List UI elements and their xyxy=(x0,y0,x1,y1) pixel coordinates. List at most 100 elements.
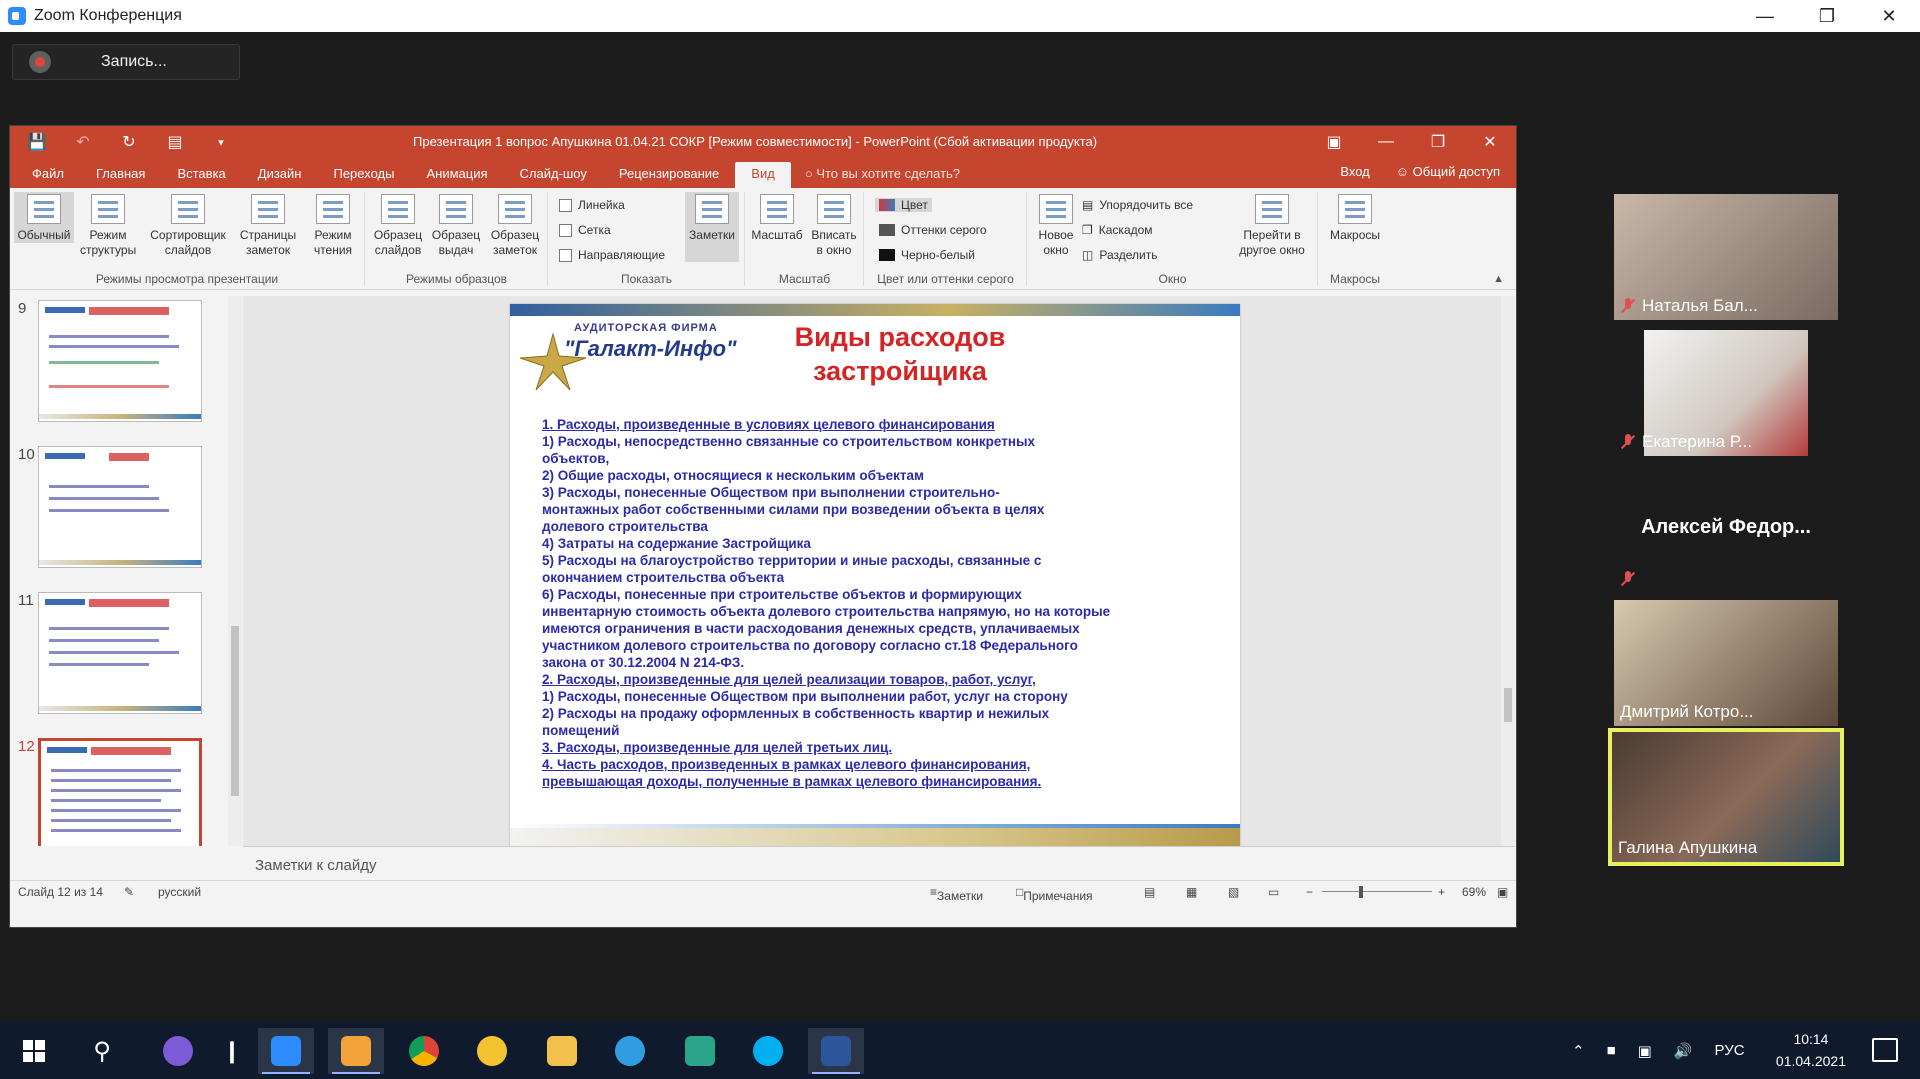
notification-center-icon[interactable] xyxy=(1872,1038,1898,1062)
slide-scrollbar[interactable] xyxy=(1501,296,1515,846)
customize-qat-icon[interactable]: ▾ xyxy=(208,136,234,149)
skype-icon[interactable] xyxy=(740,1028,796,1074)
slide-master-button[interactable]: Образец слайдов xyxy=(370,192,426,258)
system-tray: ⌃ ■ ▣ 🔊 РУС xyxy=(1572,1022,1745,1079)
switch-windows-button[interactable]: Перейти в другое окно xyxy=(1230,192,1314,258)
zoom-slider-track[interactable] xyxy=(1322,891,1432,892)
share-button[interactable]: ☺ Общий доступ xyxy=(1396,164,1500,179)
slideshow-status-icon[interactable]: ▭ xyxy=(1268,885,1279,899)
participant-tile-dmitry[interactable]: Дмитрий Котро... xyxy=(1614,600,1838,726)
outline-view-button[interactable]: Режим структуры xyxy=(80,192,136,258)
participant-tile-natalia[interactable]: Наталья Бал... xyxy=(1614,194,1838,320)
reading-view-status-icon[interactable]: ▧ xyxy=(1228,885,1239,899)
word-icon[interactable] xyxy=(808,1028,864,1074)
taskbar-clock[interactable]: 10:14 01.04.2021 xyxy=(1776,1028,1846,1072)
macros-button[interactable]: Макросы xyxy=(1325,192,1385,243)
sign-in-link[interactable]: Вход xyxy=(1340,164,1369,179)
tab-file[interactable]: Файл xyxy=(16,162,80,188)
reading-view-button[interactable]: Режим чтения xyxy=(306,192,360,258)
ppt-restore-icon[interactable]: ❐ xyxy=(1412,126,1464,158)
ppt-minimize-icon[interactable]: — xyxy=(1360,126,1412,158)
person-icon: ☺ xyxy=(1395,164,1413,179)
cascade-button[interactable]: ❐ Каскадом xyxy=(1082,223,1153,237)
tab-slideshow[interactable]: Слайд-шоу xyxy=(504,162,603,188)
ruler-checkbox[interactable]: Линейка xyxy=(559,198,625,212)
notes-pane[interactable]: Заметки к слайду xyxy=(243,846,1515,880)
task-view-icon[interactable]: ❙ xyxy=(204,1028,260,1074)
handout-master-button[interactable]: Образец выдач xyxy=(428,192,484,258)
notes-toggle-label: Заметки xyxy=(689,228,735,242)
undo-icon[interactable]: ↶ xyxy=(70,132,96,152)
cortana-icon[interactable] xyxy=(150,1028,206,1074)
ribbon-display-options-icon[interactable]: ▣ xyxy=(1308,126,1360,158)
current-slide[interactable]: АУДИТОРСКАЯ ФИРМА "Галакт-Инфо" Виды рас… xyxy=(510,304,1240,848)
arrange-all-button[interactable]: ▤ Упорядочить все xyxy=(1082,198,1193,212)
participant-tile-galina-active-speaker[interactable]: Галина Апушкина xyxy=(1608,728,1844,866)
guides-checkbox[interactable]: Направляющие xyxy=(559,248,665,262)
spellcheck-icon[interactable]: ✎ xyxy=(124,885,134,899)
split-button[interactable]: ◫ Разделить xyxy=(1082,248,1157,262)
tell-me-box[interactable]: ○ Что вы хотите сделать? xyxy=(805,162,960,188)
store-icon[interactable] xyxy=(672,1028,728,1074)
normal-view-status-icon[interactable]: ▤ xyxy=(1144,885,1155,899)
slide-sorter-button[interactable]: Сортировщик слайдов xyxy=(146,192,230,258)
collapse-ribbon-icon[interactable]: ▲ xyxy=(1493,273,1504,285)
device-icon[interactable]: ■ xyxy=(1607,1042,1616,1059)
tab-transitions[interactable]: Переходы xyxy=(317,162,410,188)
windows-start-icon[interactable] xyxy=(6,1028,62,1074)
tab-insert[interactable]: Вставка xyxy=(161,162,241,188)
1c-icon[interactable] xyxy=(464,1028,520,1074)
grayscale-option[interactable]: Оттенки серого xyxy=(879,223,987,237)
thumbnails-scrollbar[interactable] xyxy=(228,296,242,846)
slide-scroll-thumb[interactable] xyxy=(1504,688,1512,722)
redo-icon[interactable]: ↻ xyxy=(116,132,142,152)
search-icon[interactable]: ⚲ xyxy=(74,1028,130,1074)
tab-view[interactable]: Вид xyxy=(735,162,791,188)
minimize-icon[interactable]: — xyxy=(1734,0,1796,32)
network-icon[interactable]: ▣ xyxy=(1638,1042,1652,1060)
notes-master-button[interactable]: Образец заметок xyxy=(486,192,544,258)
file-explorer-icon[interactable] xyxy=(534,1028,590,1074)
reading-view-label-2: чтения xyxy=(313,243,353,257)
notes-status-button[interactable]: ≡ Заметки xyxy=(930,885,983,903)
comments-status-button[interactable]: □ Примечания xyxy=(1016,885,1093,903)
fit-slide-icon[interactable]: ▣ xyxy=(1497,885,1508,899)
recording-indicator[interactable]: Запись... xyxy=(12,44,240,80)
zoom-slider-handle[interactable] xyxy=(1359,886,1363,898)
gridlines-checkbox[interactable]: Сетка xyxy=(559,223,611,237)
thumbnails-scroll-thumb[interactable] xyxy=(231,626,239,796)
chrome-icon[interactable] xyxy=(396,1028,452,1074)
notes-page-button[interactable]: Страницы заметок xyxy=(236,192,300,258)
ppt-close-icon[interactable]: ✕ xyxy=(1464,126,1516,158)
tab-design[interactable]: Дизайн xyxy=(242,162,318,188)
slide-body-line: объектов, xyxy=(542,451,610,466)
zoom-button[interactable]: Масштаб xyxy=(748,192,806,243)
save-icon[interactable]: 💾 xyxy=(24,132,50,152)
blackwhite-option[interactable]: Черно-белый xyxy=(879,248,975,262)
fit-to-window-button[interactable]: Вписать в окно xyxy=(808,192,860,258)
normal-view-button[interactable]: Обычный xyxy=(14,192,74,243)
volume-icon[interactable]: 🔊 xyxy=(1674,1042,1693,1060)
sorter-view-status-icon[interactable]: ▦ xyxy=(1186,885,1197,899)
close-icon[interactable]: ✕ xyxy=(1858,0,1920,32)
color-option[interactable]: Цвет xyxy=(875,198,932,212)
zoom-out-icon[interactable]: − xyxy=(1306,885,1313,899)
zoom-level[interactable]: 69% xyxy=(1462,885,1486,899)
zoom-in-icon[interactable]: + xyxy=(1438,885,1445,899)
participant-tile-ekaterina[interactable]: Екатерина Р... xyxy=(1614,330,1838,456)
tab-home[interactable]: Главная xyxy=(80,162,161,188)
tab-animations[interactable]: Анимация xyxy=(410,162,503,188)
new-window-button[interactable]: Новое окно xyxy=(1034,192,1078,258)
participant-tile-aleksey[interactable]: Алексей Федор... xyxy=(1614,466,1838,592)
show-hidden-icons-icon[interactable]: ⌃ xyxy=(1572,1042,1585,1060)
input-language[interactable]: РУС xyxy=(1715,1042,1745,1059)
notes-toggle-button[interactable]: Заметки xyxy=(685,192,739,262)
zoom-icon[interactable] xyxy=(258,1028,314,1074)
language-indicator[interactable]: русский xyxy=(158,885,201,899)
tab-review[interactable]: Рецензирование xyxy=(603,162,735,188)
outlook-icon[interactable] xyxy=(328,1028,384,1074)
internet-explorer-icon[interactable] xyxy=(602,1028,658,1074)
restore-icon[interactable]: ❐ xyxy=(1796,0,1858,32)
start-slideshow-icon[interactable]: ▤ xyxy=(162,132,188,152)
arrange-all-label: Упорядочить все xyxy=(1099,198,1193,212)
